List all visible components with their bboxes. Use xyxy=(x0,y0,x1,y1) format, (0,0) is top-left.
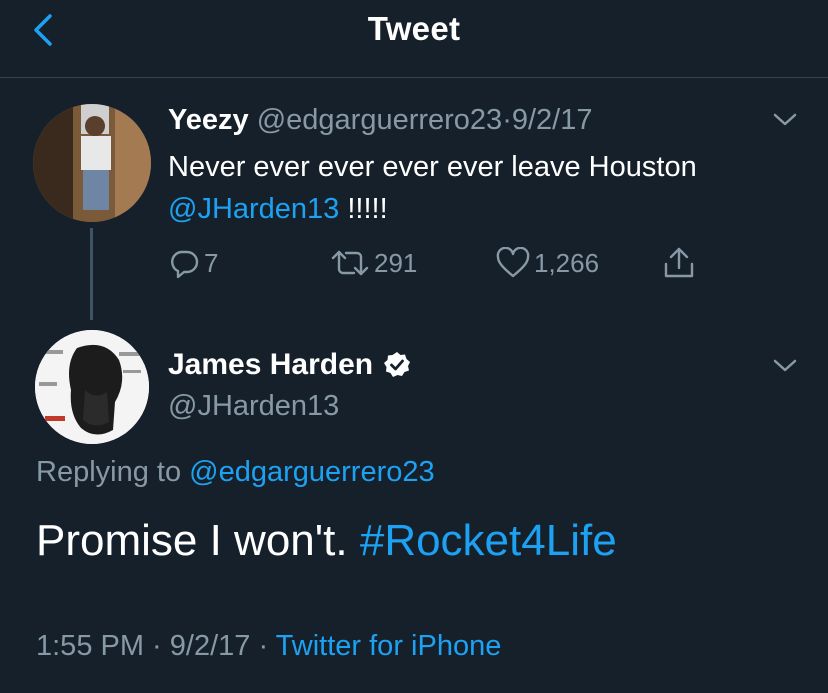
tweet2-hashtag[interactable]: #Rocket4Life xyxy=(360,516,617,565)
tweet1-author-name[interactable]: Yeezy xyxy=(168,104,249,136)
tweet2-source[interactable]: Twitter for iPhone xyxy=(276,630,502,662)
verified-icon xyxy=(384,352,411,377)
retweet-icon xyxy=(331,250,369,276)
replying-to: Replying to @edgarguerrero23 xyxy=(36,456,435,489)
chevron-down-icon[interactable] xyxy=(772,358,798,374)
page-title: Tweet xyxy=(367,10,461,47)
tweet1-body: Never ever ever ever ever leave Houston xyxy=(168,151,697,183)
retweet-count: 291 xyxy=(374,247,418,278)
share-button[interactable] xyxy=(662,245,696,281)
like-icon xyxy=(496,247,530,278)
tweet2-author-name[interactable]: James Harden xyxy=(168,348,373,382)
chevron-down-icon[interactable] xyxy=(772,112,798,128)
tweet1-separator: · xyxy=(502,104,512,136)
tweet2-text: Promise I won't. #Rocket4Life xyxy=(36,516,617,566)
top-bar: Tweet xyxy=(0,0,828,78)
meta-separator: · xyxy=(144,630,170,662)
like-button[interactable]: 1,266 xyxy=(496,245,599,281)
yeezy-avatar[interactable] xyxy=(33,104,151,222)
like-count: 1,266 xyxy=(534,247,600,278)
tweet2-author-handle[interactable]: @JHarden13 xyxy=(168,390,339,423)
tweet1-header: Yeezy @edgarguerrero23·9/2/17 xyxy=(168,104,593,137)
tweet2-author-row: James Harden xyxy=(168,348,411,382)
reply-button[interactable]: 7 xyxy=(168,245,218,281)
tweet2-time: 1:55 PM xyxy=(36,630,144,662)
replying-to-label: Replying to xyxy=(36,456,190,488)
tweet2-date: 9/2/17 xyxy=(169,630,251,662)
reply-count: 7 xyxy=(204,247,219,278)
tweet1-suffix: !!!!! xyxy=(339,193,388,225)
share-icon xyxy=(664,247,694,278)
retweet-button[interactable]: 291 xyxy=(330,245,417,281)
tweet1-mention[interactable]: @JHarden13 xyxy=(168,193,339,225)
tweet2-body: Promise I won't. xyxy=(36,516,360,565)
james-harden-avatar[interactable] xyxy=(35,330,149,444)
meta-separator: · xyxy=(250,630,276,662)
tweet1-author-handle[interactable]: @edgarguerrero23 xyxy=(257,104,502,136)
replying-to-handle[interactable]: @edgarguerrero23 xyxy=(189,456,434,488)
tweet1-text: Never ever ever ever ever leave Houston … xyxy=(168,146,788,230)
tweet2-meta: 1:55 PM · 9/2/17 · Twitter for iPhone xyxy=(36,630,501,663)
tweet1-actions: 7 291 1,266 xyxy=(0,245,828,281)
tweet1-date: 9/2/17 xyxy=(511,104,593,136)
reply-icon xyxy=(171,250,199,279)
